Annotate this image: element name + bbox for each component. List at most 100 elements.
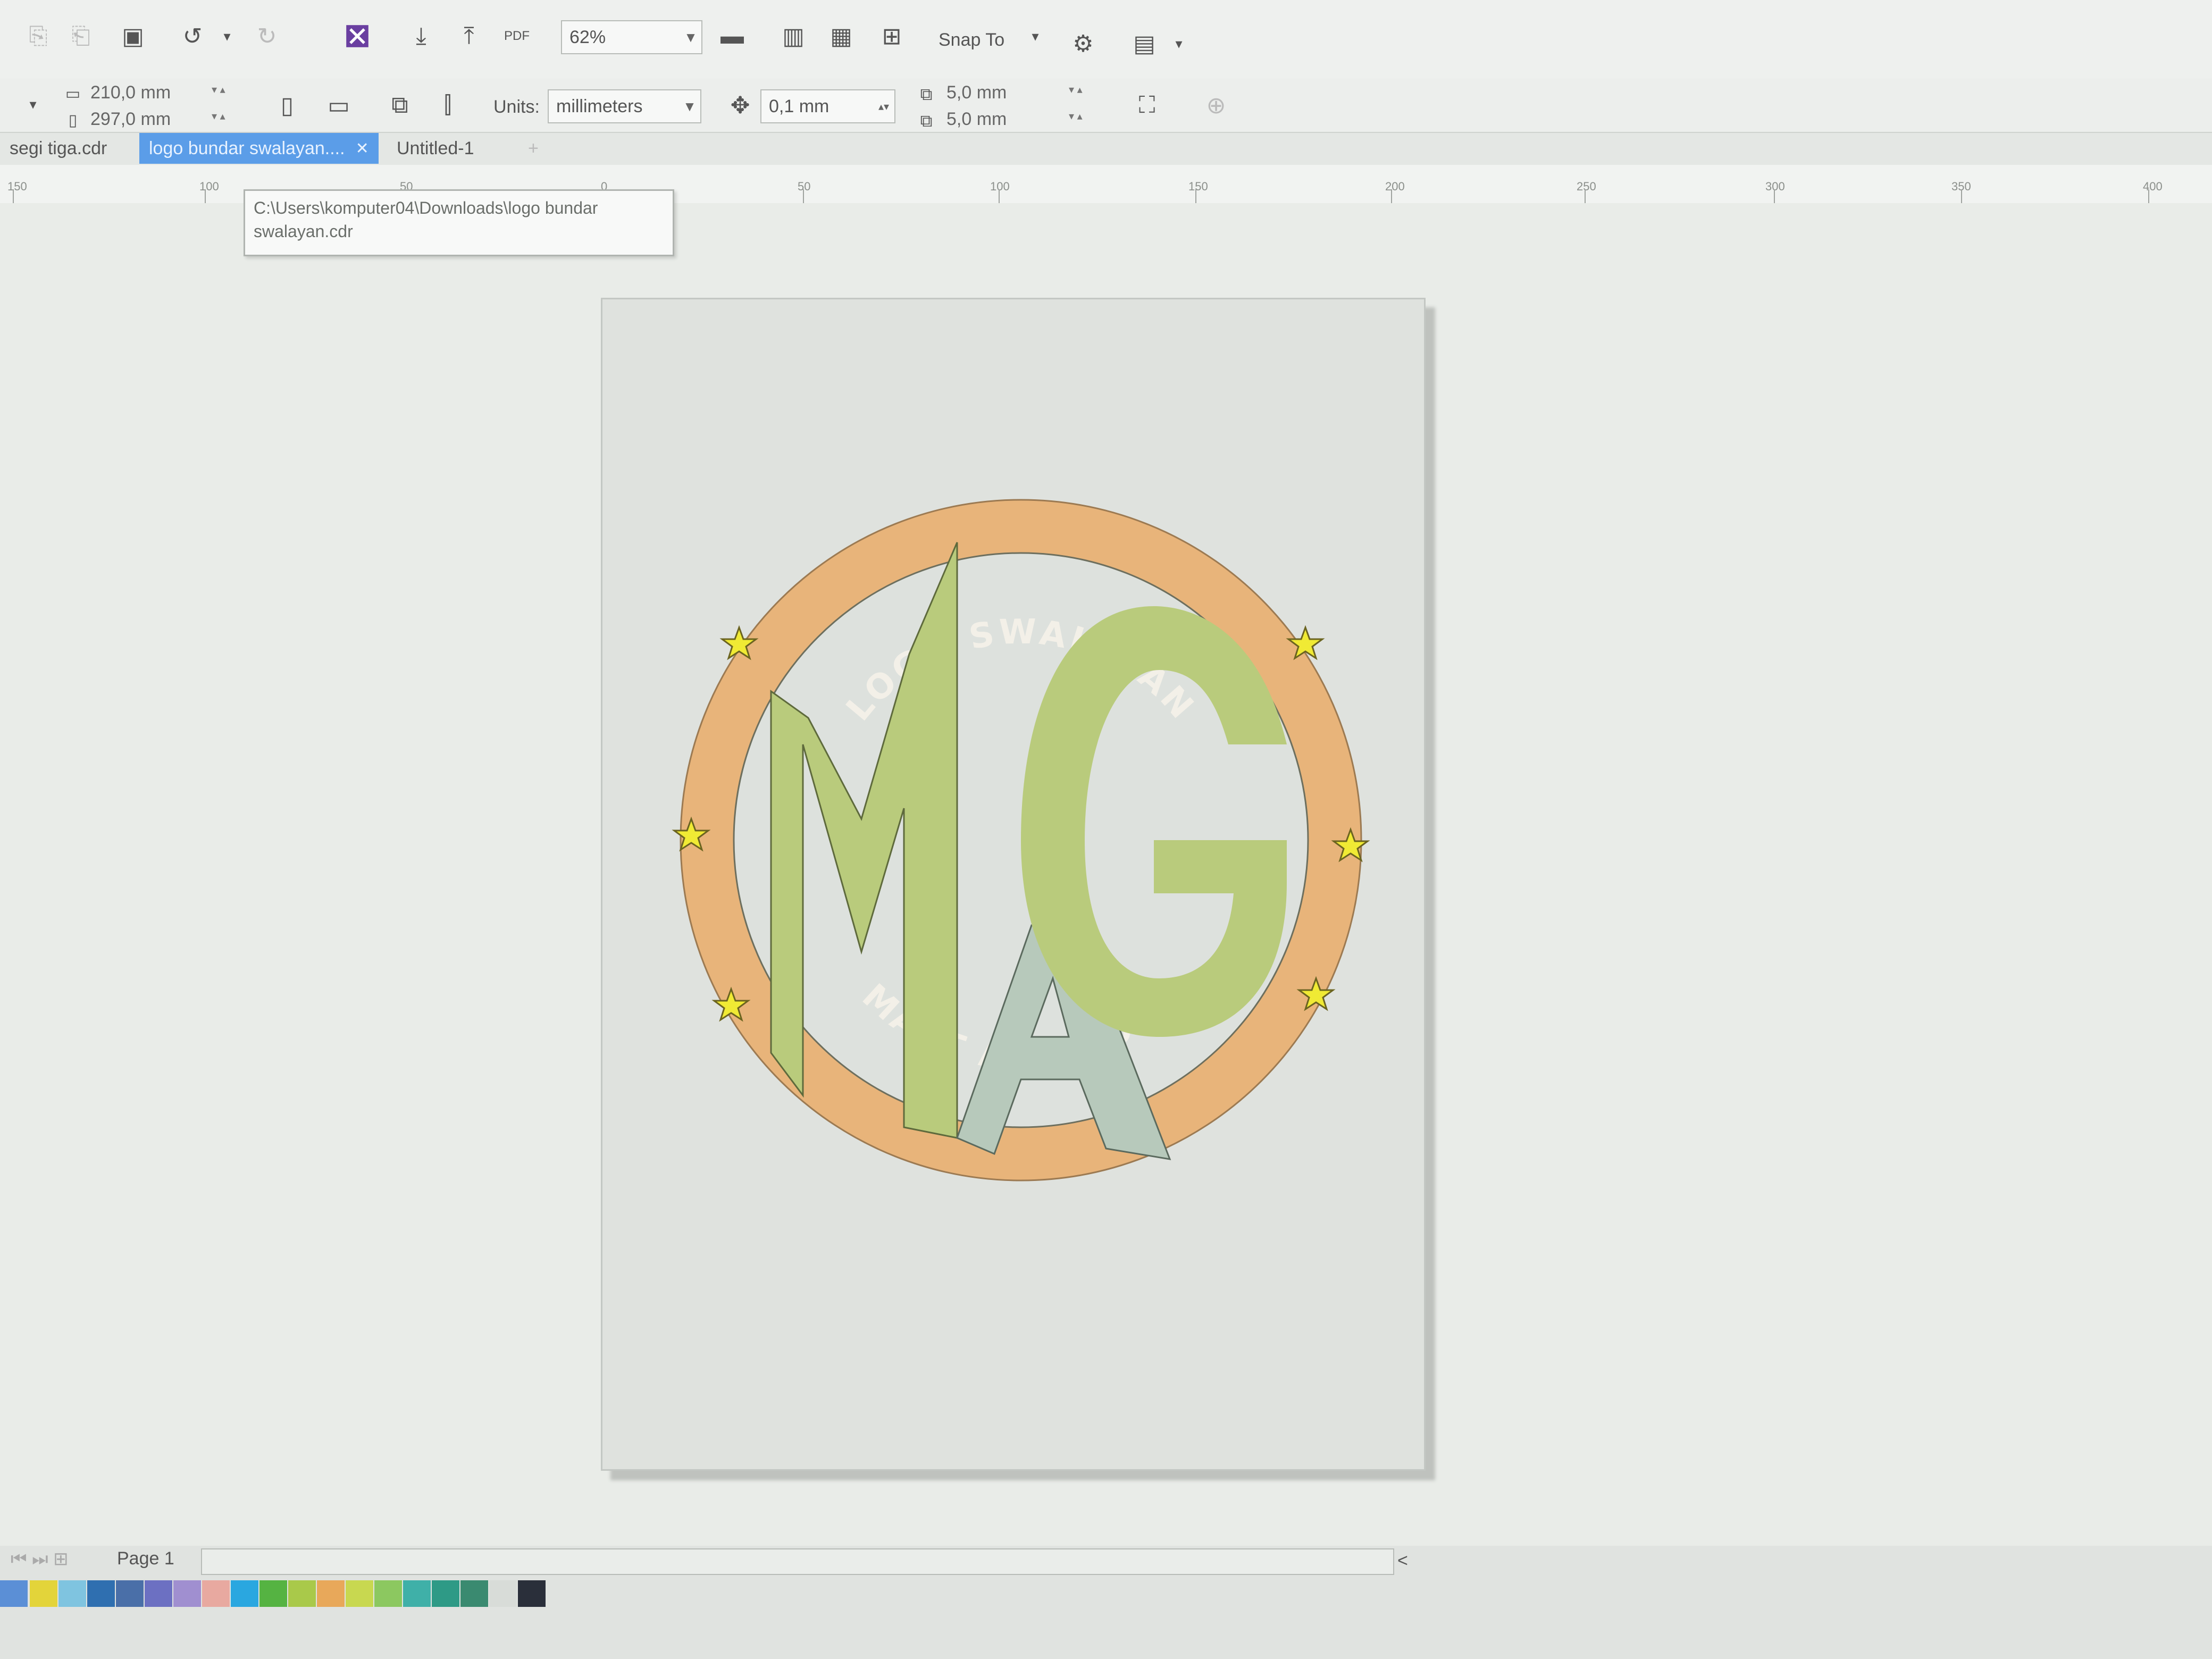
page-height-icon: ▯ — [68, 111, 78, 129]
import-icon[interactable]: ⤓ — [404, 19, 438, 53]
ruler-tick: 150 — [1188, 180, 1208, 193]
property-bar: ▾ ▭ 210,0 mm ▾ ▴ ▯ 297,0 mm ▾ ▴ ▯ ▭ ⧉ ⫿ … — [0, 79, 2212, 133]
ruler-tick-mark — [1585, 189, 1586, 203]
document-tab-bar: segi tiga.cdr logo bundar swalayan.... ✕… — [0, 133, 2212, 165]
launcher-dropdown-icon[interactable]: ▾ — [1162, 27, 1196, 61]
portrait-icon[interactable]: ▯ — [270, 88, 304, 122]
undo-dropdown-icon[interactable]: ▾ — [210, 19, 244, 53]
ruler-tick-mark — [205, 189, 206, 203]
palette-swatch[interactable] — [489, 1580, 517, 1607]
palette-swatch[interactable] — [145, 1580, 172, 1607]
ruler-tick-mark — [2148, 189, 2149, 203]
tooltip-line-1: C:\Users\komputer04\Downloads\logo bunda… — [254, 198, 598, 217]
close-icon[interactable]: ✕ — [356, 139, 369, 158]
ruler-tick-mark — [999, 189, 1000, 203]
page-1-tab[interactable]: Page 1 — [117, 1548, 174, 1569]
palette-swatch[interactable] — [202, 1580, 230, 1607]
logo-artwork[interactable]: LOGO SWALAYAN MART ASH GOLD — [649, 468, 1393, 1212]
chevron-down-icon: ▼ — [684, 29, 698, 45]
palette-swatch[interactable] — [58, 1580, 86, 1607]
treat-as-filled-icon[interactable]: ⛶ — [1130, 88, 1164, 122]
zoom-level-value: 62% — [569, 27, 606, 47]
ruler-tick-mark — [1961, 189, 1962, 203]
ruler-tick: 400 — [2143, 180, 2163, 193]
snap-dropdown-icon[interactable]: ▾ — [1018, 19, 1052, 53]
duplicate-y-spinner[interactable]: ▾ ▴ — [1069, 110, 1083, 123]
units-value: millimeters — [556, 96, 643, 116]
units-combo[interactable]: millimeters ▼ — [548, 89, 701, 123]
nudge-distance-field[interactable]: 0,1 mm ▴▾ — [760, 89, 895, 123]
page-width-spinner[interactable]: ▾ ▴ — [212, 83, 225, 96]
palette-swatch[interactable] — [460, 1580, 488, 1607]
palette-swatch[interactable] — [432, 1580, 459, 1607]
tab-label: segi tiga.cdr — [10, 138, 107, 158]
ruler-tick-mark — [1774, 189, 1775, 203]
palette-swatch[interactable] — [87, 1580, 115, 1607]
ruler-tick: 50 — [798, 180, 811, 193]
units-label: Units: — [493, 97, 540, 117]
publish-pdf-icon[interactable]: PDF — [500, 19, 534, 53]
palette-swatch[interactable] — [288, 1580, 316, 1607]
palette-swatch[interactable] — [231, 1580, 258, 1607]
show-grid-icon[interactable]: ▦ — [824, 19, 858, 53]
standard-toolbar: ⎘ ⎗ ▣ ↺ ▾ ↻ ⤓ ⤒ PDF 62% ▼ ▬ ▥ ▦ ⊞ Snap T… — [0, 0, 2212, 80]
palette-swatch[interactable] — [403, 1580, 431, 1607]
duplicate-y-field[interactable]: 5,0 mm — [946, 107, 1058, 131]
palette-swatch[interactable] — [346, 1580, 373, 1607]
launcher-icon[interactable] — [340, 19, 374, 53]
tab-logo-bundar-swalayan[interactable]: logo bundar swalayan.... ✕ — [139, 133, 379, 164]
show-guidelines-icon[interactable]: ⊞ — [875, 19, 909, 53]
ruler-tick-mark — [803, 189, 804, 203]
duplicate-x-field[interactable]: 5,0 mm — [946, 81, 1058, 104]
current-page-icon[interactable]: ⫿ — [431, 88, 465, 122]
page-width-field[interactable]: 210,0 mm — [90, 81, 207, 104]
duplicate-x-spinner[interactable]: ▾ ▴ — [1069, 83, 1083, 96]
paste-icon[interactable]: ⎗ — [64, 19, 98, 53]
page-size-dropdown-icon[interactable]: ▾ — [16, 87, 50, 121]
chevron-down-icon: ▼ — [683, 98, 697, 114]
page-height-spinner[interactable]: ▾ ▴ — [212, 110, 225, 123]
add-icon[interactable]: ⊕ — [1199, 88, 1233, 122]
palette-swatch[interactable] — [374, 1580, 402, 1607]
new-tab-plus-icon[interactable]: + — [518, 133, 548, 164]
ruler-tick-mark — [1391, 189, 1392, 203]
export-icon[interactable]: ⤒ — [452, 19, 486, 53]
palette-swatch[interactable] — [173, 1580, 201, 1607]
file-path-tooltip: C:\Users\komputer04\Downloads\logo bunda… — [244, 189, 674, 256]
palette-swatch[interactable] — [518, 1580, 546, 1607]
undo-icon[interactable]: ↺ — [175, 19, 210, 53]
nudge-spinner[interactable]: ▴▾ — [873, 100, 894, 113]
scroll-left-chevron-icon[interactable]: < — [1397, 1551, 1408, 1571]
zoom-level-combo[interactable]: 62% ▼ — [561, 20, 702, 54]
nudge-icon: ✥ — [730, 92, 750, 119]
tab-untitled-1[interactable]: Untitled-1 — [387, 133, 484, 164]
clipboard-icon[interactable]: ▣ — [116, 19, 150, 53]
options-gear-icon[interactable]: ⚙ — [1066, 27, 1100, 61]
palette-swatch[interactable] — [259, 1580, 287, 1607]
palette-swatch[interactable] — [317, 1580, 345, 1607]
redo-icon[interactable]: ↻ — [250, 19, 284, 53]
show-rulers-icon[interactable]: ▥ — [776, 19, 810, 53]
ruler-tick: 150 — [7, 180, 27, 193]
page-nav-first-icon[interactable]: ⏮ ⏭ ⊞ — [11, 1548, 69, 1570]
palette-swatch[interactable] — [116, 1580, 144, 1607]
tab-segi-tiga[interactable]: segi tiga.cdr — [0, 133, 116, 164]
ruler-tick: 100 — [199, 180, 219, 193]
all-pages-icon[interactable]: ⧉ — [383, 88, 417, 122]
palette-swatch[interactable] — [0, 1580, 28, 1607]
tab-label: logo bundar swalayan.... — [149, 138, 345, 158]
ruler-tick: 200 — [1385, 180, 1405, 193]
ruler-tick-mark — [1195, 189, 1196, 203]
palette-swatch[interactable] — [30, 1580, 57, 1607]
application-launcher-icon[interactable]: ▤ — [1127, 27, 1161, 61]
nudge-distance-value: 0,1 mm — [769, 96, 830, 116]
full-screen-preview-icon[interactable]: ▬ — [715, 19, 749, 53]
ruler-tick: 300 — [1765, 180, 1785, 193]
snap-to-button[interactable]: Snap To — [939, 30, 1004, 51]
page-height-field[interactable]: 297,0 mm — [90, 107, 207, 131]
horizontal-scrollbar[interactable] — [201, 1548, 1394, 1575]
ruler-tick-mark — [13, 189, 14, 203]
ruler-tick: 100 — [990, 180, 1010, 193]
copy-icon[interactable]: ⎘ — [21, 19, 55, 53]
landscape-icon[interactable]: ▭ — [322, 88, 356, 122]
